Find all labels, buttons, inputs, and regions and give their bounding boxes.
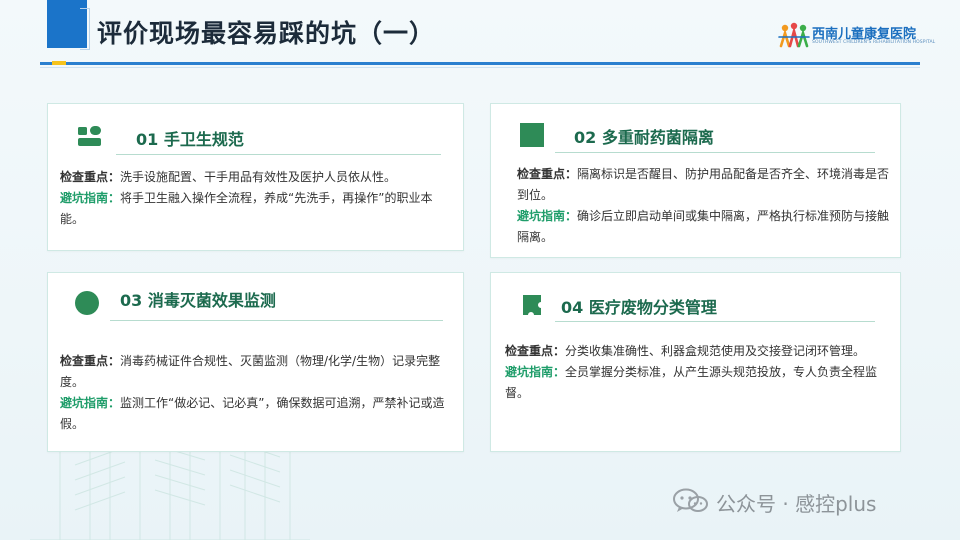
card-title-underline xyxy=(110,320,443,321)
card-title-underline xyxy=(555,321,875,322)
check-label: 检查重点： xyxy=(505,344,566,358)
card-title: 03 消毒灭菌效果监测 xyxy=(120,291,276,310)
guide-label: 避坑指南： xyxy=(60,191,121,205)
card-hand-hygiene: 01 手卫生规范 检查重点：洗手设施配置、干手用品有效性及医护人员依从性。 避坑… xyxy=(47,103,464,251)
card-medical-waste: 04 医疗废物分类管理 检查重点：分类收集准确性、利器盒规范使用及交接登记闭环管… xyxy=(490,272,901,452)
check-text: 洗手设施配置、干手用品有效性及医护人员依从性。 xyxy=(120,170,397,184)
card-body: 检查重点：分类收集准确性、利器盒规范使用及交接登记闭环管理。 避坑指南：全员掌握… xyxy=(505,341,897,404)
hospital-name-english: SOUTHWEST CHILDREN'S REHABILITATION HOSP… xyxy=(812,40,936,45)
card-body: 检查重点：消毒药械证件合规性、灭菌监测（物理/化学/生物）记录完整度。 避坑指南… xyxy=(60,351,458,435)
hospital-logo: 西南儿童康复医院 SOUTHWEST CHILDREN'S REHABILITA… xyxy=(778,22,935,50)
slide: 评价现场最容易踩的坑（一） 西南儿童康复医院 SOUTHWEST CHILDRE… xyxy=(0,0,960,540)
header-divider-thin xyxy=(40,67,920,68)
guide-label: 避坑指南： xyxy=(505,365,566,379)
card-title: 01 手卫生规范 xyxy=(136,130,244,149)
wechat-icon xyxy=(673,488,708,512)
card-body: 检查重点：隔离标识是否醒目、防护用品配备是否齐全、环境消毒是否到位。 避坑指南：… xyxy=(517,164,899,248)
card-title: 04 医疗废物分类管理 xyxy=(561,298,717,317)
card-body: 检查重点：洗手设施配置、干手用品有效性及医护人员依从性。 避坑指南：将手卫生融入… xyxy=(60,167,452,230)
circle-icon xyxy=(75,291,99,315)
square-icon xyxy=(520,123,544,147)
card-title-underline xyxy=(555,152,875,153)
hospital-logo-icon xyxy=(778,22,810,48)
header-divider-accent xyxy=(52,61,66,65)
hand-hygiene-icon xyxy=(78,126,101,146)
page-title: 评价现场最容易踩的坑（一） xyxy=(97,19,436,48)
check-label: 检查重点： xyxy=(60,354,121,368)
card-disinfection-monitoring: 03 消毒灭菌效果监测 检查重点：消毒药械证件合规性、灭菌监测（物理/化学/生物… xyxy=(47,272,464,452)
check-label: 检查重点： xyxy=(517,167,578,181)
check-label: 检查重点： xyxy=(60,170,121,184)
watermark-text: 公众号 · 感控plus xyxy=(716,492,877,516)
header-divider xyxy=(40,62,920,65)
title-accent-outline xyxy=(80,8,90,50)
card-title-underline xyxy=(116,154,441,155)
guide-label: 避坑指南： xyxy=(517,209,578,223)
check-text: 分类收集准确性、利器盒规范使用及交接登记闭环管理。 xyxy=(565,344,866,358)
guide-label: 避坑指南： xyxy=(60,396,121,410)
puzzle-icon xyxy=(523,295,541,315)
card-title: 02 多重耐药菌隔离 xyxy=(574,128,714,147)
card-mdro-isolation: 02 多重耐药菌隔离 检查重点：隔离标识是否醒目、防护用品配备是否齐全、环境消毒… xyxy=(490,103,901,258)
